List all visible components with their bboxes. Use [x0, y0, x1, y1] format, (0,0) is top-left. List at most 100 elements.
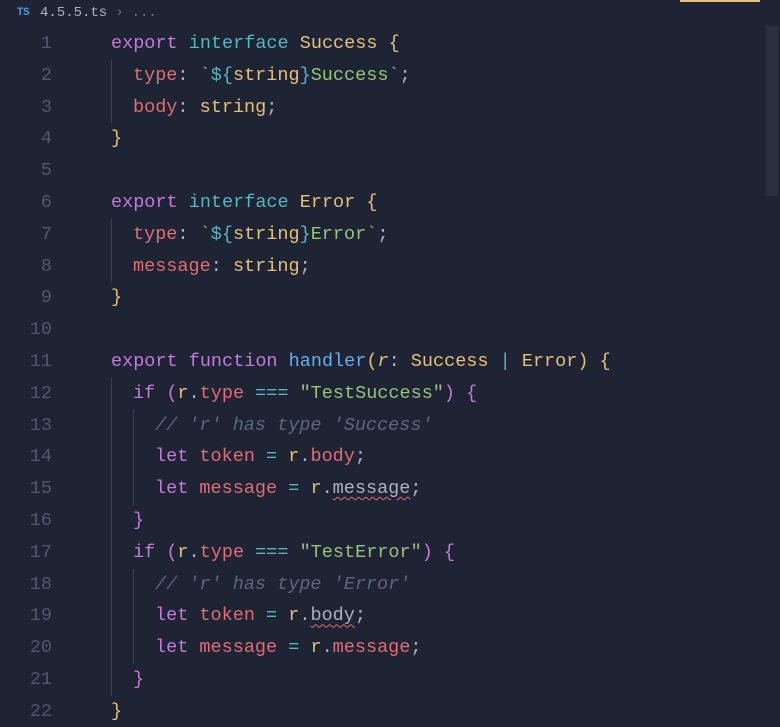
overview-ruler-warning	[680, 0, 760, 2]
code-token: )	[422, 542, 444, 563]
code-token: message	[333, 637, 411, 658]
code-line[interactable]: message: string;	[78, 251, 780, 283]
code-token: }	[300, 224, 311, 245]
code-token: ===	[244, 383, 300, 404]
code-line[interactable]: let message = r.message;	[78, 473, 780, 505]
breadcrumb[interactable]: TS 4.5.5.ts › ...	[0, 0, 780, 26]
code-line[interactable]: let message = r.message;	[78, 632, 780, 664]
code-token: `	[200, 224, 211, 245]
code-line[interactable]: // 'r' has type 'Success'	[78, 410, 780, 442]
breadcrumb-file[interactable]: 4.5.5.ts	[40, 5, 107, 21]
scrollbar-thumb[interactable]	[766, 26, 778, 196]
code-token: ;	[400, 65, 411, 86]
code-line[interactable]: if (r.type === "TestSuccess") {	[78, 378, 780, 410]
code-token: r	[310, 637, 321, 658]
code-token: r	[377, 351, 388, 372]
code-token: ;	[355, 605, 366, 626]
code-token: ;	[410, 478, 421, 499]
code-token: message	[133, 256, 211, 277]
code-token: :	[211, 256, 233, 277]
code-token: Success	[411, 351, 500, 372]
breadcrumb-symbol[interactable]: ...	[132, 5, 157, 21]
code-token: r	[288, 446, 299, 467]
code-token: :	[177, 65, 199, 86]
code-area[interactable]: export interface Success {type: `${strin…	[78, 26, 780, 727]
code-token: {	[600, 351, 611, 372]
code-token: export	[111, 351, 189, 372]
code-line[interactable]: let token = r.body;	[78, 600, 780, 632]
code-token: }	[133, 669, 144, 690]
code-token: ${	[211, 65, 233, 86]
code-token: )	[577, 351, 599, 372]
code-line[interactable]: export interface Success {	[78, 28, 780, 60]
code-line[interactable]: }	[78, 696, 780, 727]
code-token: interface	[189, 33, 300, 54]
code-token: ;	[300, 256, 311, 277]
code-token: (	[366, 351, 377, 372]
code-line[interactable]	[78, 314, 780, 346]
line-number: 1	[0, 28, 52, 60]
code-token: handler	[289, 351, 367, 372]
code-token: // 'r' has type 'Error'	[155, 574, 410, 595]
code-token: r	[288, 605, 299, 626]
code-token: if	[133, 383, 166, 404]
line-number: 17	[0, 537, 52, 569]
code-editor[interactable]: 12345678910111213141516171819202122 expo…	[0, 26, 780, 727]
code-line[interactable]: let token = r.body;	[78, 441, 780, 473]
line-number: 11	[0, 346, 52, 378]
code-line[interactable]: if (r.type === "TestError") {	[78, 537, 780, 569]
code-token: )	[444, 383, 466, 404]
code-token: type	[133, 224, 177, 245]
code-line[interactable]: export interface Error {	[78, 187, 780, 219]
code-token: =	[277, 637, 310, 658]
code-token: Error	[300, 192, 367, 213]
code-token: type	[200, 383, 244, 404]
line-number-gutter: 12345678910111213141516171819202122	[0, 26, 78, 727]
code-token: .	[322, 478, 333, 499]
code-token: .	[299, 605, 310, 626]
code-line[interactable]: }	[78, 123, 780, 155]
code-line[interactable]: type: `${string}Success`;	[78, 60, 780, 92]
code-line[interactable]: body: string;	[78, 92, 780, 124]
line-number: 10	[0, 314, 52, 346]
code-token: }	[111, 701, 122, 722]
code-token: |	[500, 351, 522, 372]
typescript-icon: TS	[14, 6, 32, 20]
code-token: .	[189, 383, 200, 404]
code-token: export	[111, 192, 189, 213]
code-line[interactable]: }	[78, 664, 780, 696]
line-number: 9	[0, 282, 52, 314]
code-token: }	[111, 128, 122, 149]
code-token: interface	[189, 192, 300, 213]
code-token: Error	[311, 224, 367, 245]
code-token: {	[444, 542, 455, 563]
code-line[interactable]: }	[78, 282, 780, 314]
code-token: string	[233, 256, 300, 277]
code-line[interactable]: type: `${string}Error`;	[78, 219, 780, 251]
code-line[interactable]: // 'r' has type 'Error'	[78, 569, 780, 601]
line-number: 8	[0, 251, 52, 283]
code-token: // 'r' has type 'Success'	[155, 415, 433, 436]
code-token: "TestSuccess"	[300, 383, 444, 404]
code-token: body	[310, 605, 354, 626]
code-token: {	[389, 33, 400, 54]
code-token: "TestError"	[300, 542, 422, 563]
code-token: =	[277, 478, 310, 499]
line-number: 15	[0, 473, 52, 505]
line-number: 18	[0, 569, 52, 601]
code-token: r	[310, 478, 321, 499]
code-line[interactable]	[78, 155, 780, 187]
code-token: =	[255, 605, 288, 626]
line-number: 20	[0, 632, 52, 664]
code-token: message	[199, 637, 277, 658]
code-line[interactable]: export function handler(r: Success | Err…	[78, 346, 780, 378]
code-line[interactable]: }	[78, 505, 780, 537]
code-token: `	[200, 65, 211, 86]
code-token: string	[233, 224, 300, 245]
code-token: token	[199, 446, 255, 467]
code-token: message	[333, 478, 411, 499]
code-token: token	[199, 605, 255, 626]
code-token: .	[189, 542, 200, 563]
code-token: body	[310, 446, 354, 467]
code-token: ;	[355, 446, 366, 467]
